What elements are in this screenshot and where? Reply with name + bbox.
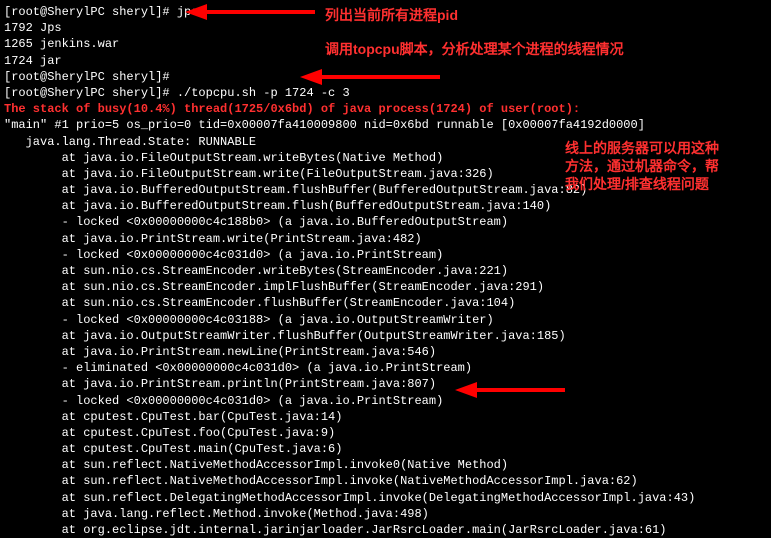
annotation-text: 调用topcpu脚本，分析处理某个进程的线程情况 <box>325 40 624 59</box>
stack-trace: at java.io.FileOutputStream.writeBytes(N… <box>4 150 767 538</box>
annotation-line: 方法，通过机器命令，帮 <box>565 157 719 175</box>
stack-frame: - locked <0x00000000c4c03188> (a java.io… <box>4 312 767 328</box>
stack-frame: at org.eclipse.jdt.internal.jarinjarload… <box>4 522 767 538</box>
stack-frame: at cputest.CpuTest.main(CpuTest.java:6) <box>4 441 767 457</box>
stack-frame: at sun.nio.cs.StreamEncoder.implFlushBuf… <box>4 279 767 295</box>
prompt-line[interactable]: [root@SherylPC sheryl]# ./topcpu.sh -p 1… <box>4 85 767 101</box>
summary-line: The stack of busy(10.4%) thread(1725/0x6… <box>4 101 767 117</box>
stack-frame: at java.io.BufferedOutputStream.flush(Bu… <box>4 198 767 214</box>
annotation-text: 列出当前所有进程pid <box>325 6 458 25</box>
stack-frame: at cputest.CpuTest.foo(CpuTest.java:9) <box>4 425 767 441</box>
annotation-line: 我们处理/排查线程问题 <box>565 175 719 193</box>
thread-header: "main" #1 prio=5 os_prio=0 tid=0x00007fa… <box>4 117 767 133</box>
stack-frame: - locked <0x00000000c4c188b0> (a java.io… <box>4 214 767 230</box>
stack-frame: at java.io.PrintStream.println(PrintStre… <box>4 376 767 392</box>
stack-frame: at sun.reflect.DelegatingMethodAccessorI… <box>4 490 767 506</box>
stack-frame: at java.lang.reflect.Method.invoke(Metho… <box>4 506 767 522</box>
stack-frame: at sun.nio.cs.StreamEncoder.writeBytes(S… <box>4 263 767 279</box>
stack-frame: - locked <0x00000000c4c031d0> (a java.io… <box>4 247 767 263</box>
terminal-output: [root@SherylPC sheryl]# jps 1792 Jps 126… <box>4 4 767 538</box>
stack-frame: at cputest.CpuTest.bar(CpuTest.java:14) <box>4 409 767 425</box>
prompt-line[interactable]: [root@SherylPC sheryl]# <box>4 69 767 85</box>
stack-frame: at java.io.OutputStreamWriter.flushBuffe… <box>4 328 767 344</box>
stack-frame: at java.io.PrintStream.write(PrintStream… <box>4 231 767 247</box>
stack-frame: - eliminated <0x00000000c4c031d0> (a jav… <box>4 360 767 376</box>
stack-frame: at sun.reflect.NativeMethodAccessorImpl.… <box>4 473 767 489</box>
stack-frame: at sun.reflect.NativeMethodAccessorImpl.… <box>4 457 767 473</box>
annotation-line: 线上的服务器可以用这种 <box>565 139 719 157</box>
stack-frame: at sun.nio.cs.StreamEncoder.flushBuffer(… <box>4 295 767 311</box>
annotation-text: 线上的服务器可以用这种 方法，通过机器命令，帮 我们处理/排查线程问题 <box>565 139 719 194</box>
stack-frame: at java.io.PrintStream.newLine(PrintStre… <box>4 344 767 360</box>
stack-frame: - locked <0x00000000c4c031d0> (a java.io… <box>4 393 767 409</box>
